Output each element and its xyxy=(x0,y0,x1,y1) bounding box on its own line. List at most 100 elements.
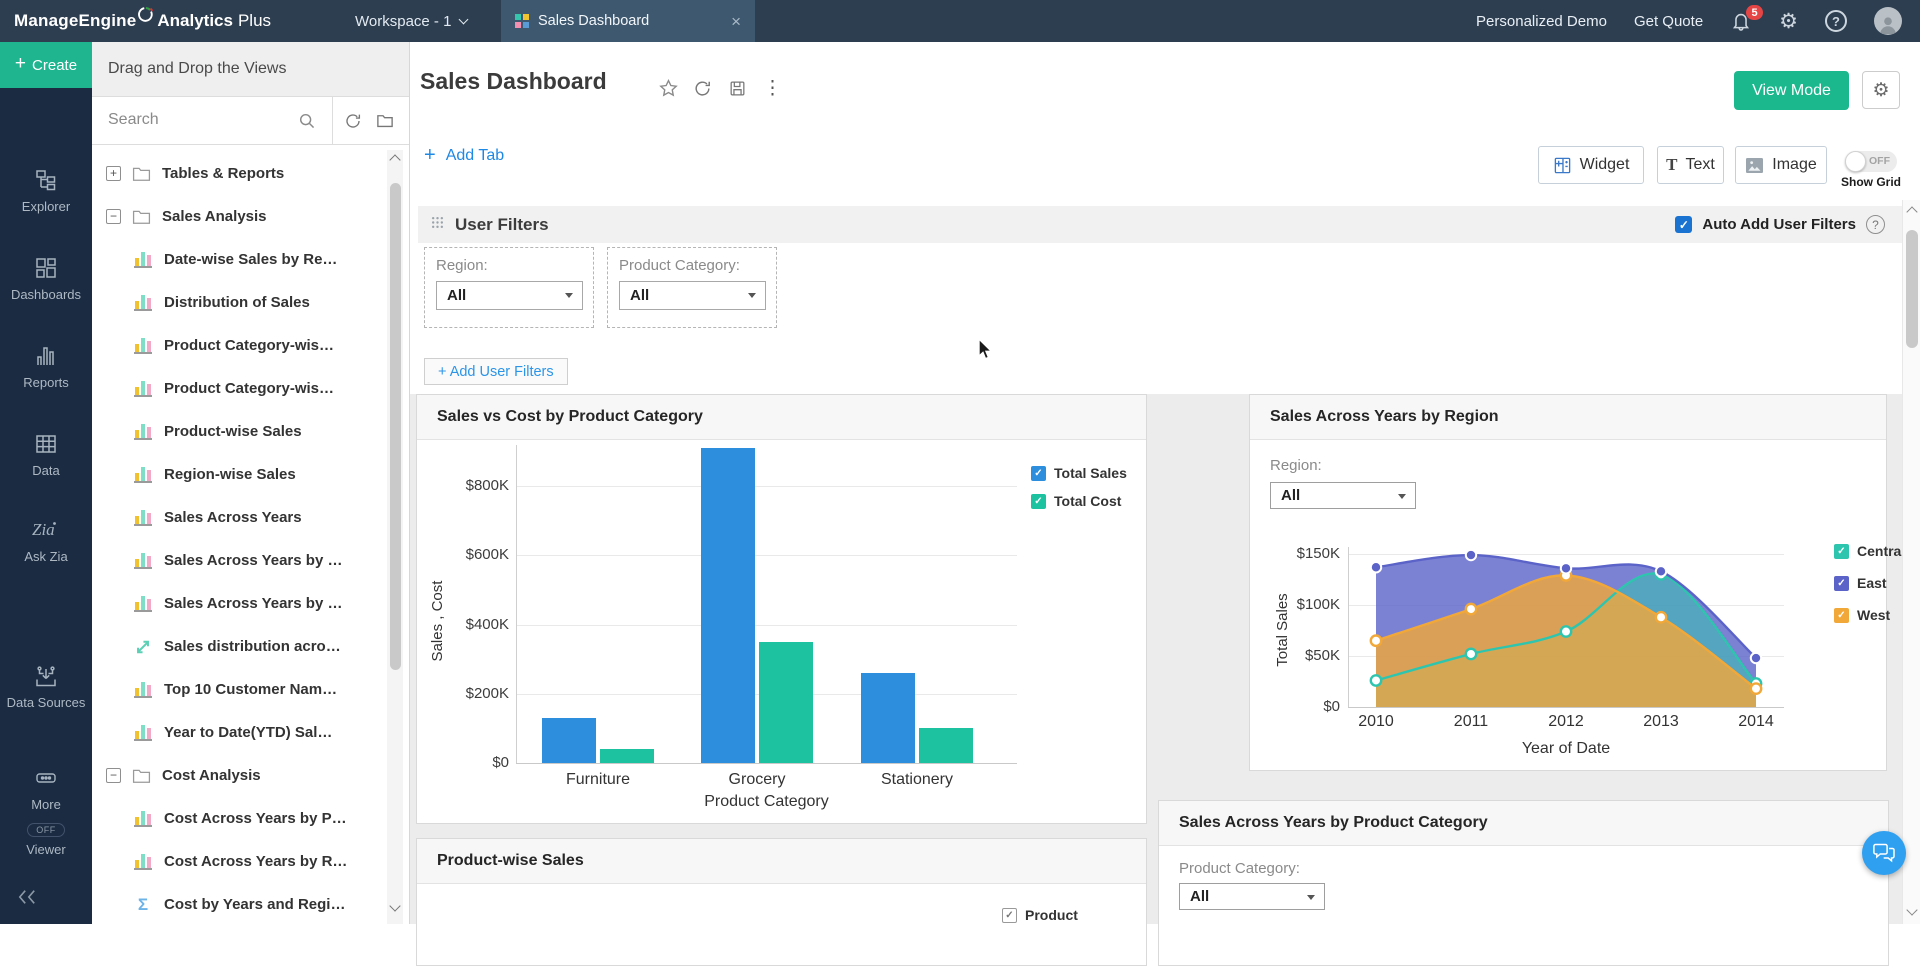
bar-total-sales-grocery[interactable] xyxy=(701,448,755,763)
close-icon[interactable]: × xyxy=(731,13,741,30)
tree-scrollbar[interactable] xyxy=(387,150,403,924)
favorite-star-icon[interactable] xyxy=(658,78,679,104)
workspace-selector[interactable]: Workspace - 1 xyxy=(355,0,467,42)
bar-total-cost-stationery[interactable] xyxy=(919,728,973,763)
help-icon[interactable]: ? xyxy=(1825,10,1847,32)
legend-checkbox[interactable]: ✓ xyxy=(1834,544,1849,559)
legend-item-total-sales[interactable]: ✓Total Sales xyxy=(1031,465,1127,481)
bar-total-sales-furniture[interactable] xyxy=(542,718,596,763)
tree-folder-sales-analysis[interactable]: −Sales Analysis xyxy=(92,195,386,238)
tree-report-sales-distribution-acro[interactable]: Sales distribution acro… xyxy=(92,625,386,668)
sidebar-item-explorer[interactable]: Explorer xyxy=(0,168,92,215)
support-chat-button[interactable] xyxy=(1862,831,1906,875)
legend-item-product[interactable]: ✓ Product xyxy=(1002,907,1078,923)
tab-sales-dashboard[interactable]: Sales Dashboard × xyxy=(501,0,755,42)
sidebar-item-dashboards[interactable]: Dashboards xyxy=(0,256,92,303)
marker-west-2013[interactable] xyxy=(1656,612,1666,622)
product-category-select[interactable]: All xyxy=(1179,883,1325,910)
legend-checkbox[interactable]: ✓ xyxy=(1834,576,1849,591)
user-filters-help-icon[interactable]: ? xyxy=(1866,215,1885,234)
search-input[interactable] xyxy=(92,97,278,143)
tree-report-product-category-wis[interactable]: Product Category-wis… xyxy=(92,367,386,410)
more-options-icon[interactable]: ⋮ xyxy=(763,77,782,100)
tree-folder-cost-analysis[interactable]: −Cost Analysis xyxy=(92,754,386,797)
marker-west-2014[interactable] xyxy=(1751,683,1761,693)
marker-east-2010[interactable] xyxy=(1371,562,1381,572)
add-tab-button[interactable]: + Add Tab xyxy=(424,144,504,167)
marker-east-2011[interactable] xyxy=(1466,550,1476,560)
legend-item-total-cost[interactable]: ✓Total Cost xyxy=(1031,493,1127,509)
sidebar-item-data-sources[interactable]: Data Sources xyxy=(0,664,92,711)
legend-checkbox[interactable]: ✓ xyxy=(1002,908,1017,923)
folder-view-icon[interactable] xyxy=(375,111,395,135)
show-grid-toggle[interactable]: OFF xyxy=(1845,151,1897,172)
marker-central-2010[interactable] xyxy=(1371,675,1381,685)
create-button[interactable]: + Create xyxy=(0,42,92,88)
scroll-down-icon[interactable] xyxy=(1906,904,1917,915)
marker-east-2014[interactable] xyxy=(1751,653,1761,663)
tree-report-product-category-wis[interactable]: Product Category-wis… xyxy=(92,324,386,367)
personalized-demo-link[interactable]: Personalized Demo xyxy=(1476,13,1607,30)
marker-east-2012[interactable] xyxy=(1561,563,1571,573)
collapse-icon[interactable]: − xyxy=(106,768,121,783)
avatar[interactable] xyxy=(1874,7,1902,35)
brand-logo[interactable]: ManageEngine Analytics Plus xyxy=(14,0,271,42)
marker-east-2013[interactable] xyxy=(1656,566,1666,576)
main-scrollbar[interactable] xyxy=(1902,200,1920,924)
collapse-rail-icon[interactable] xyxy=(16,888,38,911)
marker-west-2010[interactable] xyxy=(1371,636,1381,646)
legend-item-central[interactable]: ✓Central xyxy=(1834,543,1905,559)
auto-add-user-filters-checkbox[interactable]: ✓ xyxy=(1675,216,1692,233)
tree-folder-tables-reports[interactable]: +Tables & Reports xyxy=(92,152,386,195)
bar-total-sales-stationery[interactable] xyxy=(861,673,915,763)
viewer-off-toggle[interactable]: OFF xyxy=(27,823,65,837)
refresh-icon[interactable] xyxy=(693,79,712,103)
tree-report-cost-across-years-by-r[interactable]: Cost Across Years by R… xyxy=(92,840,386,883)
collapse-icon[interactable]: − xyxy=(106,209,121,224)
marker-central-2011[interactable] xyxy=(1466,649,1476,659)
tree-report-top-10-customer-nam[interactable]: Top 10 Customer Nam… xyxy=(92,668,386,711)
tree-report-date-wise-sales-by-re[interactable]: Date-wise Sales by Re… xyxy=(92,238,386,281)
legend-checkbox[interactable]: ✓ xyxy=(1031,494,1046,509)
region-filter-select[interactable]: All xyxy=(436,281,583,310)
sidebar-item-ask-zia[interactable]: ZiaAsk Zia xyxy=(0,518,92,565)
marker-west-2011[interactable] xyxy=(1466,604,1476,614)
sidebar-item-more[interactable]: More xyxy=(0,766,92,813)
tree-scrollbar-thumb[interactable] xyxy=(390,183,401,670)
tree-report-cost-across-years-by-p[interactable]: Cost Across Years by P… xyxy=(92,797,386,840)
main-scrollbar-thumb[interactable] xyxy=(1906,230,1918,348)
tree-report-sales-across-years-by[interactable]: Sales Across Years by … xyxy=(92,582,386,625)
scroll-up-icon[interactable] xyxy=(1906,206,1917,217)
legend-checkbox[interactable]: ✓ xyxy=(1031,466,1046,481)
tree-report-region-wise-sales[interactable]: Region-wise Sales xyxy=(92,453,386,496)
view-mode-button[interactable]: View Mode xyxy=(1734,71,1849,110)
tree-report-year-to-date-ytd-sal[interactable]: Year to Date(YTD) Sal… xyxy=(92,711,386,754)
legend-checkbox[interactable]: ✓ xyxy=(1834,608,1849,623)
sidebar-item-reports[interactable]: Reports xyxy=(0,344,92,391)
sidebar-item-viewer[interactable]: OFF Viewer xyxy=(0,820,92,857)
scroll-up-icon[interactable] xyxy=(389,154,400,165)
tree-report-cost-by-years-and-regi[interactable]: ΣCost by Years and Regi… xyxy=(92,883,386,924)
scroll-down-icon[interactable] xyxy=(389,900,400,911)
text-button[interactable]: T Text xyxy=(1657,146,1724,184)
image-button[interactable]: Image xyxy=(1735,146,1827,184)
product-category-filter-select[interactable]: All xyxy=(619,281,766,310)
bar-total-cost-grocery[interactable] xyxy=(759,642,813,763)
bar-total-cost-furniture[interactable] xyxy=(600,749,654,763)
expand-icon[interactable]: + xyxy=(106,166,121,181)
dashboard-settings-button[interactable]: ⚙ xyxy=(1862,71,1900,109)
save-icon[interactable] xyxy=(728,79,747,103)
tree-report-distribution-of-sales[interactable]: Distribution of Sales xyxy=(92,281,386,324)
tree-report-product-wise-sales[interactable]: Product-wise Sales xyxy=(92,410,386,453)
legend-item-east[interactable]: ✓East xyxy=(1834,575,1905,591)
notifications-bell-icon[interactable]: 5 xyxy=(1730,10,1752,32)
drag-handle-icon[interactable] xyxy=(431,216,444,234)
marker-central-2012[interactable] xyxy=(1561,626,1571,636)
tree-report-sales-across-years-by[interactable]: Sales Across Years by … xyxy=(92,539,386,582)
widget-button[interactable]: Widget xyxy=(1538,146,1644,184)
tree-report-sales-across-years[interactable]: Sales Across Years xyxy=(92,496,386,539)
legend-item-west[interactable]: ✓West xyxy=(1834,607,1905,623)
sidebar-item-data[interactable]: Data xyxy=(0,432,92,479)
add-user-filters-button[interactable]: + Add User Filters xyxy=(424,358,568,385)
get-quote-link[interactable]: Get Quote xyxy=(1634,13,1703,30)
